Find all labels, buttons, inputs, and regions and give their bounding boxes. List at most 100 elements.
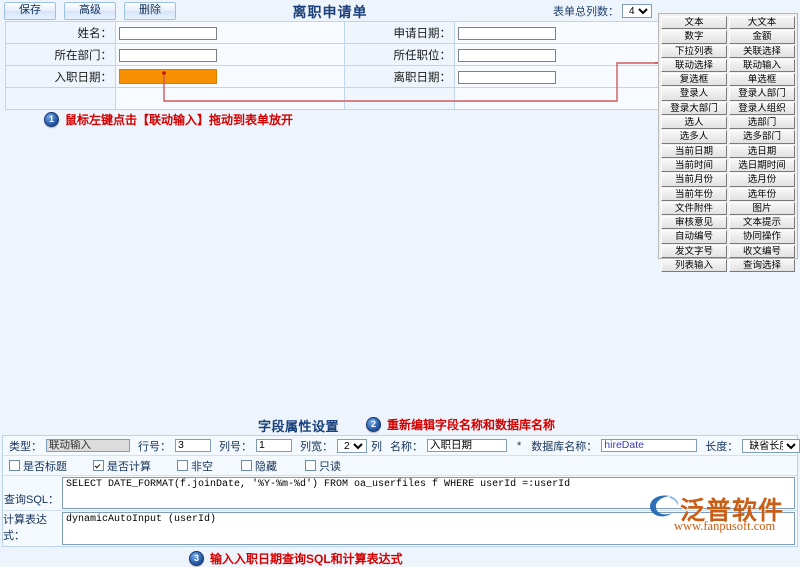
palette-item-login-user-org[interactable]: 登录人组织 xyxy=(729,101,795,116)
palette-item-collab-operation[interactable]: 协同操作 xyxy=(729,230,795,244)
palette-row: 发文字号 收文编号 xyxy=(661,244,795,259)
readonly-checkbox[interactable]: 只读 xyxy=(305,458,341,474)
palette-item-pick-person[interactable]: 选人 xyxy=(661,116,727,130)
palette-item-current-date[interactable]: 当前日期 xyxy=(661,144,727,158)
palette-item-pick-month[interactable]: 选月份 xyxy=(729,173,795,187)
readonly-checkbox-label: 只读 xyxy=(319,460,341,473)
col-span-select[interactable]: 2 xyxy=(337,438,367,453)
empty-label-cell[interactable] xyxy=(344,87,455,110)
annotation-2: 2 重新编辑字段名称和数据库名称 xyxy=(366,416,555,433)
apply-date-input[interactable] xyxy=(458,26,556,40)
palette-item-radio[interactable]: 单选框 xyxy=(729,73,795,87)
is-title-checkbox[interactable]: 是否标题 xyxy=(9,458,67,474)
table-row xyxy=(5,87,684,110)
palette-row: 自动编号 协同操作 xyxy=(661,230,795,244)
palette-item-file-attachment[interactable]: 文件附件 xyxy=(661,201,727,216)
field-cell-name[interactable] xyxy=(115,21,345,44)
field-cell-position[interactable] xyxy=(454,43,684,66)
palette-item-incoming-doc-no[interactable]: 收文编号 xyxy=(729,244,795,259)
palette-item-login-big-dept[interactable]: 登录大部门 xyxy=(661,101,727,116)
palette-row: 列表输入 查询选择 xyxy=(661,259,795,273)
property-rows: 类型： 行号： 列号： 列宽： 2 列 名称： * 数据库名称： 长度： 缺省长… xyxy=(2,435,800,566)
annotation-3-badge: 3 xyxy=(189,551,204,566)
is-calc-checkbox-box[interactable] xyxy=(93,460,104,471)
palette-row: 选多人 选多部门 xyxy=(661,130,795,144)
palette-row: 审核意见 文本提示 xyxy=(661,216,795,230)
palette-row: 复选框 单选框 xyxy=(661,73,795,87)
length-label: 长度： xyxy=(705,440,739,453)
palette-row: 文本 大文本 xyxy=(661,16,795,30)
palette-item-current-month[interactable]: 当前月份 xyxy=(661,173,727,187)
palette-item-review-comment[interactable]: 审核意见 xyxy=(661,216,727,230)
palette-row: 登录人 登录人部门 xyxy=(661,87,795,101)
not-null-checkbox[interactable]: 非空 xyxy=(177,458,213,474)
field-cell-department[interactable] xyxy=(115,43,345,66)
hidden-checkbox-box[interactable] xyxy=(241,460,252,471)
field-property-panel: 字段属性设置 2 重新编辑字段名称和数据库名称 类型： 行号： 列号： 列宽： … xyxy=(0,415,800,566)
table-row: 入职日期： 离职日期： xyxy=(5,65,684,88)
col-number-input[interactable] xyxy=(256,439,292,452)
palette-item-login-user[interactable]: 登录人 xyxy=(661,87,727,101)
leave-date-input[interactable] xyxy=(458,70,556,84)
palette-item-pick-multi-person[interactable]: 选多人 xyxy=(661,130,727,144)
empty-field-cell[interactable] xyxy=(115,87,345,110)
palette-item-current-year[interactable]: 当前年份 xyxy=(661,187,727,201)
field-cell-leave-date[interactable] xyxy=(454,65,684,88)
hire-date-input-selected[interactable] xyxy=(119,69,217,85)
row-number-label: 行号： xyxy=(138,440,171,453)
palette-row: 选人 选部门 xyxy=(661,116,795,130)
db-name-label: 数据库名称： xyxy=(531,440,598,453)
palette-item-checkbox[interactable]: 复选框 xyxy=(661,73,727,87)
palette-item-outgoing-doc-no[interactable]: 发文字号 xyxy=(661,244,727,259)
not-null-checkbox-box[interactable] xyxy=(177,460,188,471)
length-select[interactable]: 缺省长度 xyxy=(742,438,800,453)
field-name-input[interactable] xyxy=(427,439,507,452)
col-span-suffix: 列 xyxy=(371,440,382,453)
query-sql-label: 查询SQL： xyxy=(3,494,59,506)
query-sql-textarea[interactable]: SELECT DATE_FORMAT(f.joinDate, '%Y-%m-%d… xyxy=(62,477,795,509)
palette-item-number[interactable]: 数字 xyxy=(661,30,727,44)
palette-item-pick-dept[interactable]: 选部门 xyxy=(729,116,795,130)
palette-item-list-input[interactable]: 列表输入 xyxy=(661,259,727,273)
is-title-checkbox-box[interactable] xyxy=(9,460,20,471)
name-input[interactable] xyxy=(119,26,217,40)
palette-item-text-hint[interactable]: 文本提示 xyxy=(729,216,795,230)
department-input[interactable] xyxy=(119,48,217,62)
palette-item-pick-multi-dept[interactable]: 选多部门 xyxy=(729,130,795,144)
readonly-checkbox-box[interactable] xyxy=(305,460,316,471)
field-label-leave-date: 离职日期： xyxy=(344,65,455,88)
palette-item-auto-number[interactable]: 自动编号 xyxy=(661,230,727,244)
form-column-count-select[interactable]: 4 xyxy=(622,4,652,18)
palette-item-pick-date[interactable]: 选日期 xyxy=(729,144,795,158)
hidden-checkbox-label: 隐藏 xyxy=(255,460,277,473)
property-row-sql: 查询SQL： SELECT DATE_FORMAT(f.joinDate, '%… xyxy=(3,476,797,566)
palette-item-relation-select[interactable]: 关联选择 xyxy=(729,44,795,58)
calc-expression-textarea[interactable]: dynamicAutoInput (userId) xyxy=(62,512,795,545)
palette-row: 登录大部门 登录人组织 xyxy=(661,101,795,116)
palette-item-text[interactable]: 文本 xyxy=(661,16,727,30)
field-cell-hire-date[interactable] xyxy=(115,65,345,88)
position-input[interactable] xyxy=(458,48,556,62)
palette-item-image[interactable]: 图片 xyxy=(729,201,795,216)
palette-item-pick-year[interactable]: 选年份 xyxy=(729,187,795,201)
empty-label-cell[interactable] xyxy=(5,87,116,110)
palette-item-pick-datetime[interactable]: 选日期时间 xyxy=(729,158,795,173)
empty-field-cell[interactable] xyxy=(454,87,684,110)
palette-item-current-time[interactable]: 当前时间 xyxy=(661,158,727,173)
db-name-input[interactable] xyxy=(601,439,698,452)
hidden-checkbox[interactable]: 隐藏 xyxy=(241,458,277,474)
field-cell-apply-date[interactable] xyxy=(454,21,684,44)
row-number-input[interactable] xyxy=(175,439,211,452)
annotation-1-badge: 1 xyxy=(44,112,59,127)
property-row-expression: 计算表达式： dynamicAutoInput (userId) xyxy=(3,511,797,546)
is-calc-checkbox[interactable]: 是否计算 xyxy=(93,458,151,474)
is-calc-checkbox-label: 是否计算 xyxy=(107,460,151,473)
palette-item-login-user-dept[interactable]: 登录人部门 xyxy=(729,87,795,101)
palette-item-bigtext[interactable]: 大文本 xyxy=(729,16,795,30)
palette-item-query-select[interactable]: 查询选择 xyxy=(729,259,795,273)
form-column-count: 表单总列数： 4 xyxy=(553,3,652,19)
palette-item-amount[interactable]: 金额 xyxy=(729,30,795,44)
palette-item-linked-select[interactable]: 联动选择 xyxy=(661,58,727,73)
palette-item-linked-input[interactable]: 联动输入 xyxy=(729,58,795,73)
palette-item-dropdown[interactable]: 下拉列表 xyxy=(661,44,727,58)
